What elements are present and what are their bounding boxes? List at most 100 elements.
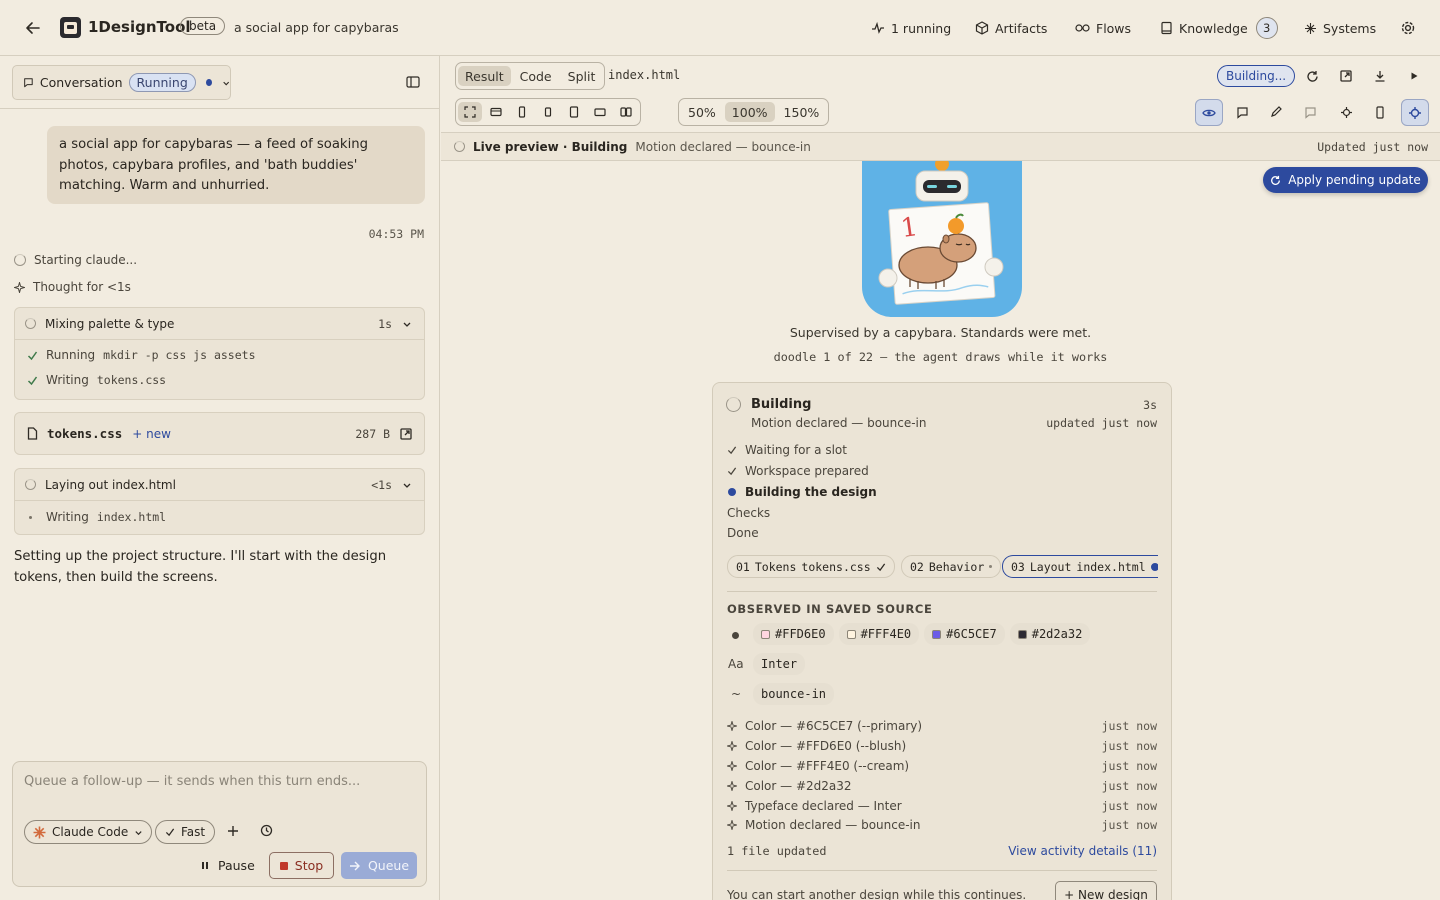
preview-eye-icon[interactable] <box>1195 99 1223 126</box>
side-by-side-frame-icon[interactable] <box>614 102 638 122</box>
task-card-palette: Mixing palette & type 1s Running mkdir -… <box>14 307 425 400</box>
open-external-icon[interactable] <box>1333 63 1359 89</box>
apply-pending-update-button[interactable]: Apply pending update <box>1263 167 1428 193</box>
claude-burst-icon <box>33 826 46 838</box>
play-icon[interactable] <box>1401 63 1427 89</box>
cube-icon <box>975 21 989 35</box>
nav-running[interactable]: 1 running <box>871 18 951 38</box>
stop-button[interactable]: Stop <box>269 852 334 879</box>
history-icon[interactable] <box>260 824 273 837</box>
toggle-sidebar-icon[interactable] <box>406 76 420 88</box>
desktop-frame-icon[interactable] <box>484 102 508 122</box>
activity-item: Motion declared — bounce-in just now <box>727 815 1157 835</box>
color-chip[interactable]: #FFD6E0 <box>753 623 834 645</box>
zoom-150[interactable]: 150% <box>777 102 827 122</box>
queue-button[interactable]: Queue <box>341 852 417 879</box>
mobile-view-icon[interactable] <box>1367 99 1393 125</box>
chevron-down-icon <box>403 483 411 488</box>
back-arrow-icon[interactable] <box>24 19 42 37</box>
message-timestamp: 04:53 PM <box>368 227 424 241</box>
target-icon[interactable] <box>1333 99 1359 125</box>
zoom-50[interactable]: 50% <box>681 102 723 122</box>
nav-knowledge[interactable]: Knowledge 3 <box>1160 17 1278 39</box>
view-activity-details-link[interactable]: View activity details (11) <box>1008 844 1157 858</box>
phase-name: Tokens <box>754 559 797 574</box>
fit-frame-icon[interactable] <box>458 102 482 122</box>
color-hex: #6C5CE7 <box>946 627 997 641</box>
small-phone-frame-icon[interactable] <box>536 102 560 122</box>
add-attachment-icon[interactable] <box>227 825 239 837</box>
pause-button[interactable]: Pause <box>201 853 255 877</box>
model-selector[interactable]: Claude Code <box>24 820 153 844</box>
step-label: Building the design <box>745 485 877 499</box>
nav-systems-label: Systems <box>1323 20 1377 36</box>
phase-file: tokens.css <box>801 559 871 574</box>
nav-artifacts-label: Artifacts <box>995 20 1048 36</box>
color-hex: #2d2a32 <box>1031 627 1083 641</box>
task-card-header[interactable]: Laying out index.html <1s <box>15 469 424 501</box>
open-external-icon[interactable] <box>400 427 412 440</box>
nav-systems[interactable]: Systems <box>1304 18 1376 38</box>
tab-result[interactable]: Result <box>458 66 511 86</box>
new-design-button[interactable]: + New design <box>1055 881 1157 900</box>
status-thought: Thought for <1s <box>14 280 131 294</box>
swatch-cream <box>846 629 856 639</box>
phase-num: 01 <box>736 559 750 574</box>
new-design-label: + New design <box>1064 888 1148 900</box>
phase-chip[interactable]: 03 Layout index.html <box>1002 555 1158 578</box>
task-card-header[interactable]: Mixing palette & type 1s <box>15 308 424 340</box>
status-starting-text: Starting claude... <box>34 253 138 267</box>
comment-icon[interactable] <box>1229 99 1255 125</box>
running-status-pill: Running <box>128 73 196 92</box>
flows-icon <box>1075 24 1090 32</box>
activity-text: Color — #2d2a32 <box>745 779 852 793</box>
sparkle-icon <box>14 281 25 293</box>
nav-flows[interactable]: Flows <box>1075 18 1131 38</box>
landscape-frame-icon[interactable] <box>588 102 612 122</box>
nav-artifacts[interactable]: Artifacts <box>975 18 1047 38</box>
sparkle-icon <box>727 801 737 811</box>
activity-when: just now <box>1101 719 1157 733</box>
task-item: Writing index.html <box>29 510 166 524</box>
conversation-tab[interactable]: Conversation Running <box>12 65 231 100</box>
composer: Queue a follow-up — it sends when this t… <box>12 761 427 887</box>
refresh-icon[interactable] <box>1299 63 1325 89</box>
tab-code[interactable]: Code <box>513 66 559 86</box>
step-done: Done <box>727 523 759 543</box>
pencil-icon[interactable] <box>1263 99 1289 125</box>
phone-frame-icon[interactable] <box>510 102 534 122</box>
follow-up-input[interactable]: Queue a follow-up — it sends when this t… <box>24 774 414 789</box>
annotate-icon[interactable] <box>1297 99 1323 125</box>
step-label: Workspace prepared <box>745 464 869 478</box>
color-chip[interactable]: #FFF4E0 <box>838 623 920 645</box>
typeface-label: Aa <box>728 657 744 671</box>
view-mode-tabs: Result Code Split <box>455 62 606 90</box>
motion-chip[interactable]: bounce-in <box>753 683 835 705</box>
phase-num: 02 <box>910 559 924 574</box>
sparkle-icon <box>727 781 737 791</box>
file-card-tokens[interactable]: tokens.css + new 287 B <box>14 412 425 455</box>
typeface-chip[interactable]: Inter <box>753 653 806 675</box>
settings-gear-icon[interactable] <box>1400 20 1416 36</box>
activity-when: just now <box>1101 799 1157 813</box>
preview-status-detail: Motion declared — bounce-in <box>635 139 811 154</box>
divider <box>727 591 1157 592</box>
tab-split[interactable]: Split <box>561 66 603 86</box>
pause-label: Pause <box>218 857 255 873</box>
color-chip[interactable]: #2d2a32 <box>1009 623 1091 645</box>
active-dot-icon <box>1150 562 1158 571</box>
inspect-crosshair-icon[interactable] <box>1401 99 1429 126</box>
spinner-icon <box>726 397 741 412</box>
device-frame-tabs <box>455 98 641 126</box>
observed-section-title: OBSERVED IN SAVED SOURCE <box>727 602 933 616</box>
task-item-label: Writing <box>46 373 89 387</box>
speed-toggle[interactable]: Fast <box>155 820 216 844</box>
preview-panel: Result Code Split index.html Building...… <box>441 56 1440 900</box>
zoom-100[interactable]: 100% <box>724 102 775 122</box>
download-icon[interactable] <box>1367 63 1393 89</box>
tablet-frame-icon[interactable] <box>562 102 586 122</box>
check-icon <box>876 562 885 571</box>
color-chip[interactable]: #6C5CE7 <box>924 623 1005 645</box>
phase-chip[interactable]: 02 Behavior <box>901 555 1002 578</box>
phase-chip[interactable]: 01 Tokens tokens.css <box>727 555 895 578</box>
